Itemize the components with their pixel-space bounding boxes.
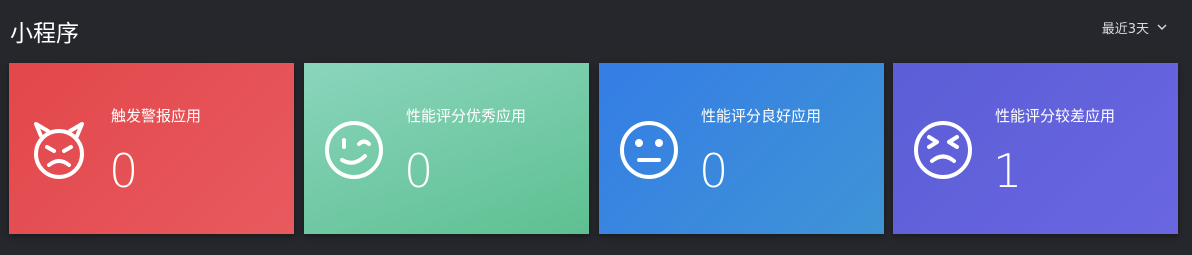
stat-card-excellent[interactable]: 性能评分优秀应用 0 — [304, 63, 589, 234]
wink-face-icon — [325, 121, 383, 179]
card-label: 触发警报应用 — [111, 107, 202, 125]
card-count: 0 — [699, 144, 729, 198]
card-label: 性能评分良好应用 — [701, 107, 822, 125]
stat-card-good[interactable]: 性能评分良好应用 0 — [599, 63, 884, 234]
stat-card-poor[interactable]: 性能评分较差应用 1 — [893, 63, 1178, 234]
chevron-down-icon — [1157, 24, 1167, 30]
stat-cards: 触发警报应用 0 性能评分优秀应用 0 性能评分良好应用 0 性能评分较差应用 … — [9, 63, 1178, 234]
devil-face-icon — [34, 122, 84, 179]
neutral-face-icon — [620, 121, 678, 179]
stat-card-alert[interactable]: 触发警报应用 0 — [9, 63, 294, 234]
card-count: 1 — [993, 144, 1023, 198]
card-count: 0 — [109, 144, 139, 198]
card-label: 性能评分优秀应用 — [406, 107, 527, 125]
time-range-label: 最近3天 — [1101, 21, 1149, 37]
squint-face-icon — [914, 121, 972, 179]
card-count: 0 — [404, 144, 434, 198]
miniprogram-panel: 小程序 最近3天 触发警报应用 0 性能评分优秀应用 0 性能评分良好应用 0 … — [0, 0, 1192, 255]
time-range-dropdown[interactable]: 最近3天 — [1102, 16, 1168, 38]
panel-title: 小程序 — [10, 21, 79, 47]
card-label: 性能评分较差应用 — [995, 107, 1116, 125]
